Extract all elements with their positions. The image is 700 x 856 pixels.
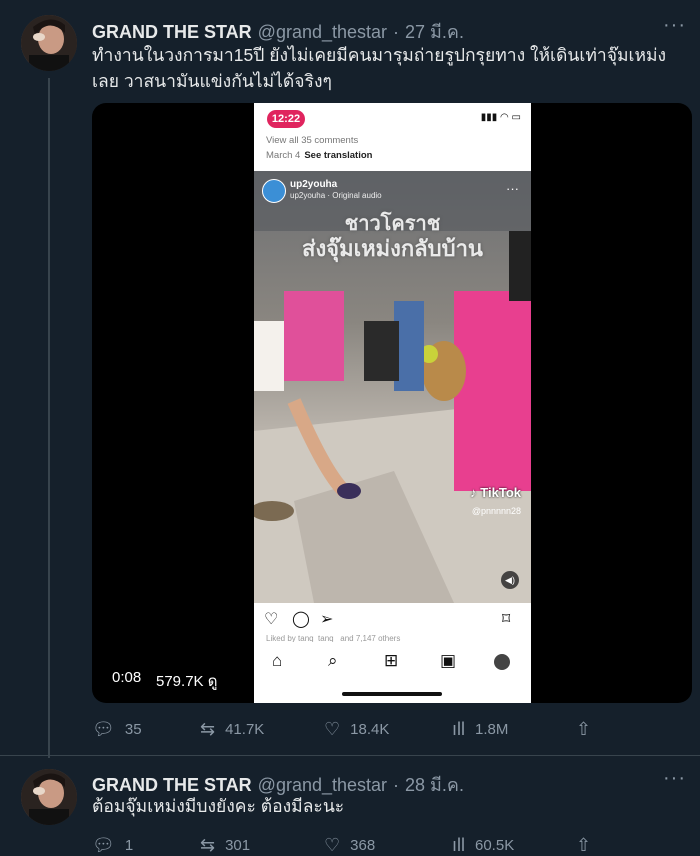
views-button[interactable]: ıll 60.5K [452,835,514,856]
phone-status-bar: 12:22 ▮▮▮ ◠ ▭ [254,103,531,133]
heart-icon: ♡ [264,611,279,628]
retweet-icon: ⇆ [200,835,216,855]
reply-count: 1 [124,837,134,854]
tweet-divider [0,755,700,756]
separator-dot: · [393,22,400,42]
bar-chart-icon: ıll [452,719,465,739]
video-more-icon: ··· [506,181,519,196]
ig-nav-bar: ⌂ ⌕ ⊞ ▣ [254,647,531,677]
video-username: up2youha [290,179,338,190]
tiktok-username: @pnnnnn28 [471,506,521,516]
more-icon[interactable]: ··· [663,14,686,37]
share-icon: ⇧ [576,835,592,855]
share-icon: ⇧ [576,719,592,739]
share-button[interactable]: ⇧ [576,835,601,856]
search-icon: ⌕ [328,651,338,670]
share-button[interactable]: ⇧ [576,719,601,740]
bar-chart-icon: ıll [452,835,465,855]
views-button[interactable]: ıll 1.8M [452,719,508,740]
reply-icon: 💬︎ [92,835,115,855]
ig-comments-link: View all 35 comments [266,135,359,146]
sound-icon: ◀) [501,571,519,589]
comment-icon: ◯ [292,611,310,628]
ig-date: March 4 See translation [266,150,372,161]
phone-time: 12:22 [267,110,305,128]
reply-count: 35 [124,721,142,738]
ig-action-bar: ♡ ◯ ➢ ⌑ [254,603,531,633]
create-icon: ⊞ [384,651,399,670]
tweet-text: ทำงานในวงการมา15ปี ยังไม่เคยมีคนมารุมถ่า… [92,45,667,91]
like-count: 368 [350,837,376,854]
ig-translate-link: See translation [304,150,373,161]
video-player[interactable]: 12:22 ▮▮▮ ◠ ▭ View all 35 comments March… [92,103,692,703]
like-button[interactable]: ♡ 368 [324,835,375,856]
video-caption-line2: ส่งจุ๊มเหม่งกลับบ้าน [302,236,483,261]
video-content: up2youha up2youha · Original audio ··· ช… [254,171,531,603]
reply-button[interactable]: 💬︎ 1 [92,835,133,856]
view-count: 1.8M [475,721,509,738]
video-audio: up2youha · Original audio [290,191,382,200]
avatar[interactable] [21,15,77,71]
video-timestamp: 0:08 [112,669,142,686]
display-name[interactable]: GRAND THE STAR [92,22,252,43]
reply-button[interactable]: 💬︎ 35 [92,719,142,740]
more-icon[interactable]: ··· [663,767,686,790]
video-view-count: 579.7K ดู [156,673,218,690]
tiktok-label: TikTok [480,485,521,500]
send-icon: ➢ [320,611,334,628]
retweet-button[interactable]: ⇆ 41.7K [200,719,264,740]
profile-icon [494,654,510,670]
heart-icon: ♡ [324,719,341,739]
video-frame: 12:22 ▮▮▮ ◠ ▭ View all 35 comments March… [254,103,531,703]
user-handle[interactable]: @grand_thestar [258,22,387,43]
retweet-count: 41.7K [225,721,265,738]
retweet-count: 301 [225,837,251,854]
like-button[interactable]: ♡ 18.4K [324,719,389,740]
home-icon: ⌂ [272,651,283,670]
retweet-button[interactable]: ⇆ 301 [200,835,250,856]
avatar[interactable] [21,769,77,825]
heart-icon: ♡ [324,835,341,855]
tiktok-watermark: ♪ TikTok [470,485,521,500]
status-icons: ▮▮▮ ◠ ▭ [480,112,521,123]
tweet-1[interactable]: GRAND THE STAR @grand_thestar · 27 มี.ค.… [0,0,700,760]
tweet-text: ต้อมจุ๊มเหม่งมีบงยังคะ ต้องมีละนะ [92,796,345,816]
home-indicator [342,692,442,696]
video-user-avatar [262,179,286,203]
ig-date-text: March 4 [266,150,301,161]
ig-likes: Liked by tanq_tanq_ and 7,147 others [266,634,401,642]
reply-icon: 💬︎ [92,719,115,739]
tweet-2[interactable]: GRAND THE STAR @grand_thestar · 28 มี.ค.… [0,760,700,856]
bookmark-icon: ⌑ [502,611,511,628]
retweet-icon: ⇆ [200,719,216,739]
view-count: 60.5K [475,837,515,854]
like-count: 18.4K [350,721,390,738]
reels-icon: ▣ [440,651,457,670]
